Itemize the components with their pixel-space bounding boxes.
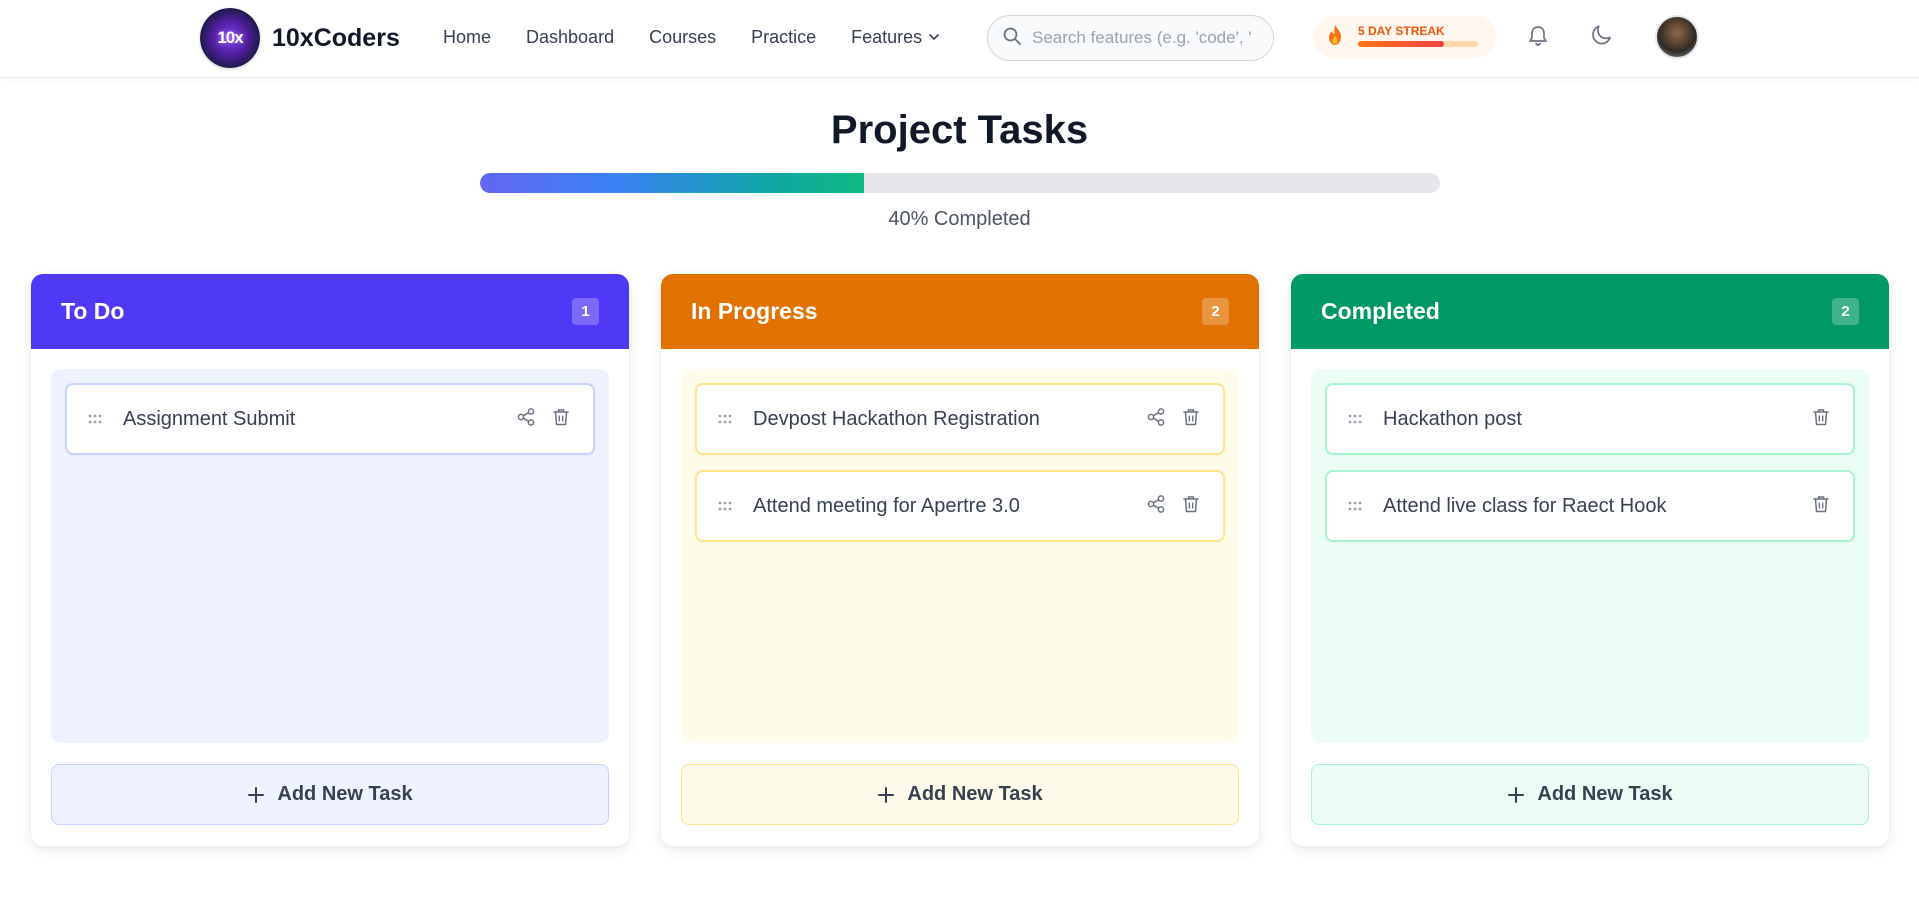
- column-drop-zone[interactable]: Devpost Hackathon Registration Attend me…: [681, 369, 1239, 743]
- moon-icon: [1590, 23, 1614, 52]
- nav-courses[interactable]: Courses: [649, 27, 716, 48]
- drag-handle-icon[interactable]: [87, 414, 105, 424]
- logo-icon: 10x: [200, 8, 260, 68]
- nav-practice-label: Practice: [751, 27, 817, 47]
- add-task-label: Add New Task: [277, 783, 413, 805]
- nav-home-label: Home: [443, 27, 492, 47]
- delete-button[interactable]: [1179, 407, 1203, 431]
- project-progress-bar: [480, 173, 1440, 193]
- delete-button[interactable]: [1809, 494, 1833, 518]
- task-name: Hackathon post: [1383, 407, 1522, 430]
- task-name: Attend meeting for Apertre 3.0: [753, 494, 1020, 517]
- navbar: 10x 10xCoders Home Dashboard Courses Pra…: [0, 0, 1919, 78]
- nav-features-label: Features: [851, 27, 923, 47]
- add-task-label: Add New Task: [907, 783, 1043, 805]
- notifications-button[interactable]: [1523, 22, 1553, 52]
- trash-icon: [1181, 494, 1201, 519]
- nav-dashboard[interactable]: Dashboard: [526, 27, 614, 48]
- task-actions: [1798, 407, 1833, 431]
- share-icon: [1146, 407, 1166, 432]
- nav-links: Home Dashboard Courses Practice Features: [443, 27, 975, 48]
- task-actions: [1133, 494, 1203, 518]
- share-button[interactable]: [1144, 494, 1168, 518]
- column-header: To Do 1: [31, 274, 629, 349]
- logo[interactable]: 10x 10xCoders: [200, 8, 400, 68]
- column-to-do: To Do 1 Assignment Submit Add New Task: [31, 274, 629, 846]
- task-count-badge: 1: [572, 298, 599, 325]
- drag-handle-icon[interactable]: [1347, 501, 1365, 511]
- column-title: To Do: [61, 298, 125, 324]
- delete-button[interactable]: [1179, 494, 1203, 518]
- nav-courses-label: Courses: [649, 27, 717, 47]
- column-in-progress: In Progress 2 Devpost Hackathon Registra…: [661, 274, 1259, 846]
- add-task-button[interactable]: Add New Task: [681, 764, 1239, 825]
- task-name: Assignment Submit: [123, 407, 296, 430]
- task-card[interactable]: Devpost Hackathon Registration: [695, 383, 1225, 455]
- progress-label: 40% Completed: [888, 208, 1031, 230]
- task-count-badge: 2: [1832, 298, 1859, 325]
- drag-handle-icon[interactable]: [717, 414, 735, 424]
- share-button[interactable]: [514, 407, 538, 431]
- task-actions: [503, 407, 573, 431]
- trash-icon: [551, 407, 571, 432]
- flame-icon: [1325, 24, 1345, 51]
- task-count-badge: 2: [1202, 298, 1229, 325]
- plus-icon: [1507, 786, 1525, 804]
- column-completed: Completed 2 Hackathon post Attend live c…: [1291, 274, 1889, 846]
- task-card[interactable]: Assignment Submit: [65, 383, 595, 455]
- streak-progress-bar: [1358, 41, 1478, 47]
- delete-button[interactable]: [1809, 407, 1833, 431]
- column-header: In Progress 2: [661, 274, 1259, 349]
- drag-handle-icon[interactable]: [717, 501, 735, 511]
- task-name: Devpost Hackathon Registration: [753, 407, 1040, 430]
- search-icon: [1002, 26, 1022, 51]
- column-title: Completed: [1321, 298, 1440, 324]
- add-task-button[interactable]: Add New Task: [1311, 764, 1869, 825]
- streak-progress-fill: [1358, 41, 1445, 47]
- search-box[interactable]: [987, 15, 1274, 61]
- streak-badge[interactable]: 5 DAY STREAK: [1313, 16, 1496, 58]
- task-card[interactable]: Hackathon post: [1325, 383, 1855, 455]
- logo-text: 10x: [217, 28, 243, 47]
- task-card[interactable]: Attend live class for Raect Hook: [1325, 470, 1855, 542]
- plus-icon: [247, 786, 265, 804]
- column-header: Completed 2: [1291, 274, 1889, 349]
- brand-name[interactable]: 10xCoders: [272, 24, 400, 53]
- task-card[interactable]: Attend meeting for Apertre 3.0: [695, 470, 1225, 542]
- add-task-button[interactable]: Add New Task: [51, 764, 609, 825]
- plus-icon: [877, 786, 895, 804]
- delete-button[interactable]: [549, 407, 573, 431]
- task-actions: [1133, 407, 1203, 431]
- task-name: Attend live class for Raect Hook: [1383, 494, 1667, 517]
- column-drop-zone[interactable]: Assignment Submit: [51, 369, 609, 743]
- trash-icon: [1811, 407, 1831, 432]
- share-button[interactable]: [1144, 407, 1168, 431]
- column-drop-zone[interactable]: Hackathon post Attend live class for Rae…: [1311, 369, 1869, 743]
- theme-toggle-button[interactable]: [1587, 22, 1617, 52]
- trash-icon: [1181, 407, 1201, 432]
- bell-icon: [1526, 23, 1550, 52]
- streak-label: 5 DAY STREAK: [1358, 24, 1445, 38]
- project-progress-fill: [480, 173, 864, 193]
- share-icon: [1146, 494, 1166, 519]
- chevron-down-icon: [928, 27, 940, 48]
- nav-dashboard-label: Dashboard: [526, 27, 615, 47]
- drag-handle-icon[interactable]: [1347, 414, 1365, 424]
- search-input[interactable]: [1032, 28, 1252, 48]
- task-actions: [1798, 494, 1833, 518]
- page-title: Project Tasks: [830, 108, 1089, 152]
- trash-icon: [1811, 494, 1831, 519]
- add-task-label: Add New Task: [1537, 783, 1673, 805]
- nav-features-dropdown[interactable]: Features: [851, 27, 940, 48]
- share-icon: [516, 407, 536, 432]
- nav-home[interactable]: Home: [443, 27, 491, 48]
- nav-practice[interactable]: Practice: [751, 27, 816, 48]
- column-title: In Progress: [691, 298, 818, 324]
- user-avatar[interactable]: [1655, 15, 1699, 59]
